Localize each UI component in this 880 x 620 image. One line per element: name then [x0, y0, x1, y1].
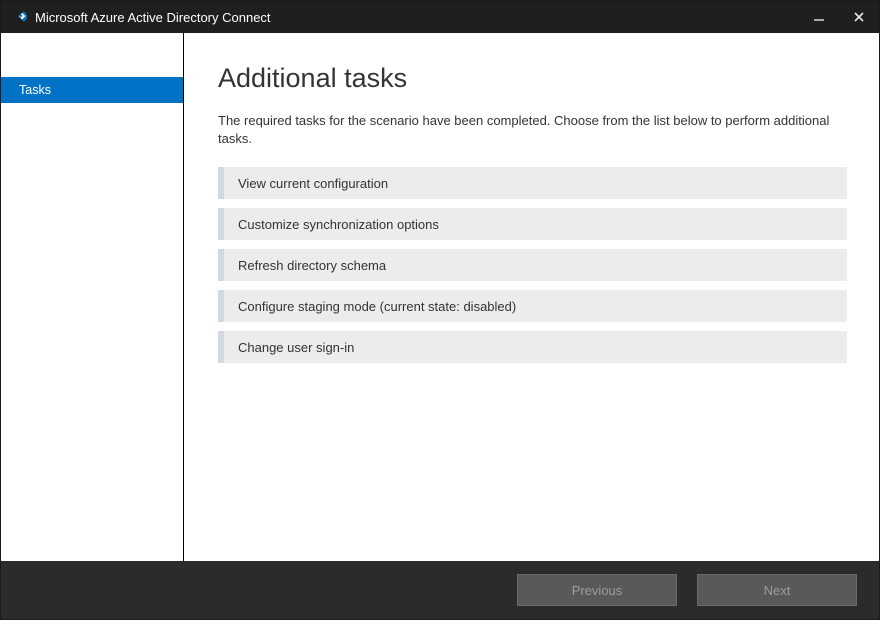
app-icon [9, 8, 27, 26]
task-label: Customize synchronization options [238, 217, 439, 232]
close-button[interactable] [839, 1, 879, 33]
task-configure-staging[interactable]: Configure staging mode (current state: d… [218, 290, 847, 322]
task-accent [218, 290, 224, 322]
page-title: Additional tasks [218, 63, 847, 94]
task-change-signin[interactable]: Change user sign-in [218, 331, 847, 363]
task-accent [218, 208, 224, 240]
task-view-config[interactable]: View current configuration [218, 167, 847, 199]
window-controls [799, 1, 879, 33]
sidebar: Tasks [1, 33, 184, 561]
app-window: Microsoft Azure Active Directory Connect… [0, 0, 880, 620]
titlebar: Microsoft Azure Active Directory Connect [1, 1, 879, 33]
task-accent [218, 167, 224, 199]
button-label: Next [764, 583, 791, 598]
next-button[interactable]: Next [697, 574, 857, 606]
task-accent [218, 331, 224, 363]
titlebar-title: Microsoft Azure Active Directory Connect [35, 10, 799, 25]
main-panel: Additional tasks The required tasks for … [184, 33, 879, 561]
footer: Previous Next [1, 561, 879, 619]
button-label: Previous [572, 583, 623, 598]
task-refresh-schema[interactable]: Refresh directory schema [218, 249, 847, 281]
sidebar-item-label: Tasks [19, 83, 51, 97]
minimize-button[interactable] [799, 1, 839, 33]
previous-button[interactable]: Previous [517, 574, 677, 606]
task-label: Configure staging mode (current state: d… [238, 299, 516, 314]
sidebar-item-tasks[interactable]: Tasks [1, 77, 183, 103]
body: Tasks Additional tasks The required task… [1, 33, 879, 561]
intro-text: The required tasks for the scenario have… [218, 112, 847, 147]
task-customize-sync[interactable]: Customize synchronization options [218, 208, 847, 240]
task-label: View current configuration [238, 176, 388, 191]
task-list: View current configuration Customize syn… [218, 167, 847, 363]
task-label: Refresh directory schema [238, 258, 386, 273]
task-label: Change user sign-in [238, 340, 354, 355]
task-accent [218, 249, 224, 281]
